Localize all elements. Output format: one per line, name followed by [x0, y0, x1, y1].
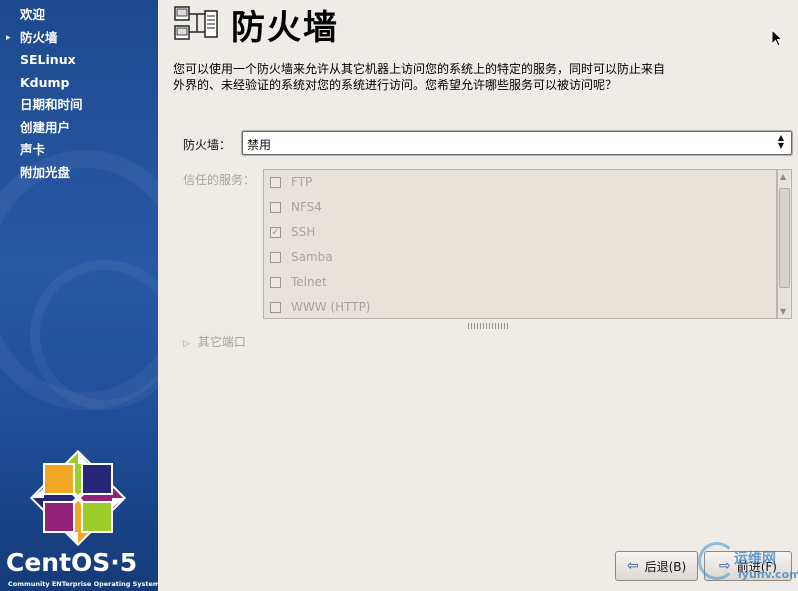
step-item-additional-cds: 附加光盘: [6, 162, 83, 185]
centos-logo-icon: [29, 449, 127, 547]
select-arrows-icon: ▲ ▼: [777, 133, 785, 150]
service-name: Telnet: [291, 275, 327, 289]
watermark: 运维网 iyunv.com: [694, 540, 798, 588]
service-row-nfs4[interactable]: NFS4: [264, 195, 776, 220]
step-label: 创建用户: [20, 119, 71, 135]
service-row-telnet[interactable]: Telnet: [264, 270, 776, 295]
back-button-label: 后退(B): [644, 559, 687, 574]
step-item-welcome: 欢迎: [6, 4, 83, 27]
step-label: 欢迎: [20, 7, 46, 22]
sidebar: 欢迎 ▸ 防火墙 SELinux Kdump 日期和时间 创建用户 声卡 附加光盘…: [0, 0, 158, 591]
step-label: Kdump: [20, 74, 70, 90]
firewall-icon: [174, 6, 218, 40]
other-ports-expander[interactable]: ▷ 其它端口: [183, 333, 246, 350]
mouse-cursor-icon: [771, 29, 783, 47]
service-row-samba[interactable]: Samba: [264, 245, 776, 270]
page-title: 防火墙: [231, 8, 339, 48]
install-steps-list: 欢迎 ▸ 防火墙 SELinux Kdump 日期和时间 创建用户 声卡 附加光盘: [6, 4, 83, 184]
firewall-select-value: 禁用: [247, 138, 272, 152]
main-panel: 防火墙 您可以使用一个防火墙来允许从其它机器上访问您的系统上的特定的服务，同时可…: [158, 0, 798, 591]
firewall-label: 防火墙：: [183, 138, 232, 152]
service-checkbox[interactable]: [270, 177, 281, 188]
service-checkbox[interactable]: [270, 277, 281, 288]
centos-brand-name: CentOS·5: [6, 548, 138, 577]
service-name: WWW (HTTP): [291, 300, 371, 314]
step-label: 附加光盘: [20, 164, 71, 180]
service-checkbox-checked[interactable]: ✓: [270, 227, 281, 238]
service-row-www-http[interactable]: WWW (HTTP): [264, 295, 776, 318]
step-label: SELinux: [20, 52, 76, 67]
other-ports-label: 其它端口: [197, 335, 246, 349]
service-checkbox[interactable]: [270, 302, 281, 313]
watermark-text: 运维网: [734, 551, 776, 567]
back-arrow-icon: ⇦: [626, 558, 639, 574]
step-item-kdump: Kdump: [6, 72, 83, 95]
firewall-description: 您可以使用一个防火墙来允许从其它机器上访问您的系统上的特定的服务，同时可以防止来…: [173, 62, 666, 92]
step-label: 日期和时间: [20, 97, 83, 112]
step-item-date-time: 日期和时间: [6, 94, 83, 117]
pane-resize-grip[interactable]: [468, 323, 508, 329]
current-step-marker-icon: ▸: [6, 32, 11, 43]
trusted-services-label: 信任的服务：: [183, 173, 256, 187]
service-checkbox[interactable]: [270, 252, 281, 263]
step-item-create-user: 创建用户: [6, 117, 83, 140]
service-name: FTP: [291, 175, 313, 189]
centos-brand-tagline: Community ENTerprise Operating System: [8, 580, 158, 588]
service-row-ssh[interactable]: ✓ SSH: [264, 220, 776, 245]
service-checkbox[interactable]: [270, 202, 281, 213]
firewall-select[interactable]: 禁用 ▲ ▼: [242, 131, 792, 155]
watermark-url: iyunv.com: [738, 568, 798, 581]
step-label: 声卡: [20, 142, 46, 157]
step-label: 防火墙: [20, 29, 58, 45]
trusted-services-list[interactable]: FTP NFS4 ✓ SSH Samba Telnet WWW (HTTP): [263, 169, 777, 319]
service-name: Samba: [291, 250, 333, 264]
services-scrollbar[interactable]: ▲ ▼: [777, 169, 792, 319]
expander-triangle-icon: ▷: [183, 339, 190, 349]
service-name: NFS4: [291, 200, 322, 214]
watermark-logo-icon: [698, 542, 736, 580]
back-button[interactable]: ⇦ 后退(B): [615, 551, 698, 581]
step-item-selinux: SELinux: [6, 49, 83, 72]
scrollbar-thumb[interactable]: [779, 188, 790, 288]
scroll-down-arrow-icon[interactable]: ▼: [780, 307, 786, 316]
step-item-firewall: ▸ 防火墙: [6, 27, 83, 50]
scroll-up-arrow-icon[interactable]: ▲: [780, 172, 786, 181]
step-item-sound-card: 声卡: [6, 139, 83, 162]
service-row-ftp[interactable]: FTP: [264, 170, 776, 195]
service-name: SSH: [291, 225, 316, 239]
